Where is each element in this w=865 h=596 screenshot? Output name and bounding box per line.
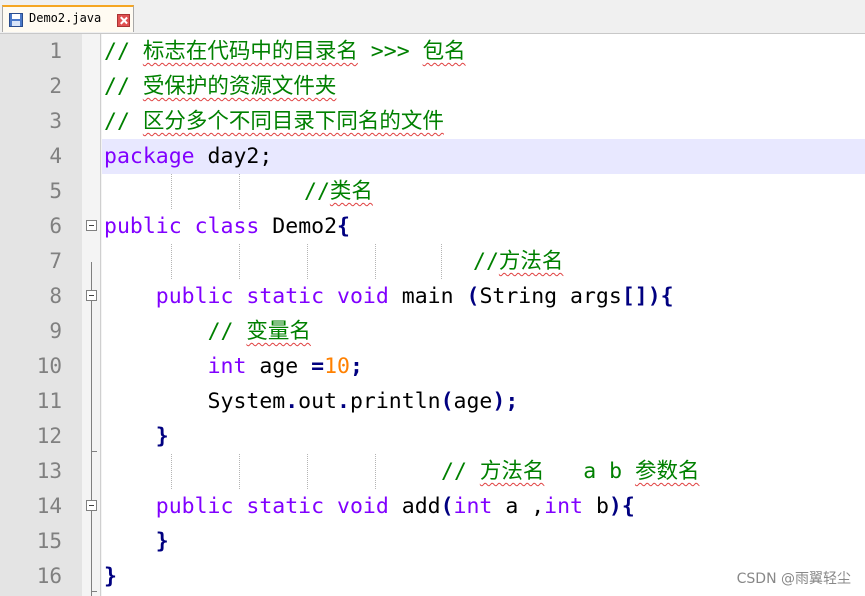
code-line[interactable]: 15 }	[0, 524, 865, 559]
indent-guide	[171, 244, 172, 279]
code-line[interactable]: 5 //类名	[0, 174, 865, 209]
comment-text: // 受保护的资源文件夹	[104, 74, 337, 99]
variable-declaration: int age =10;	[207, 354, 363, 379]
comment-text: // 标志在代码中的目录名 >>> 包名	[104, 39, 466, 64]
line-number: 4	[49, 144, 62, 168]
file-tab[interactable]: Demo2.java	[2, 5, 134, 32]
line-number: 16	[36, 564, 62, 588]
indent-guide	[171, 454, 172, 489]
fold-toggle-icon[interactable]	[86, 220, 97, 231]
comment-body: 标志在代码中的目录名	[142, 39, 358, 64]
indent-guide	[239, 244, 240, 279]
watermark: CSDN @雨翼轻尘	[736, 571, 851, 587]
method-declaration: public static void main (String args[]){	[155, 284, 674, 309]
code-line[interactable]: 14 public static void add(int a ,int b){	[0, 489, 865, 524]
indent-guide	[239, 454, 240, 489]
floppy-disk-icon	[9, 13, 23, 27]
line-number: 5	[49, 179, 62, 203]
line-number: 15	[36, 529, 62, 553]
comment-text: //方法名	[473, 249, 564, 274]
line-number: 9	[49, 319, 62, 343]
code-line[interactable]: 3 // 区分多个不同目录下同名的文件	[0, 104, 865, 139]
indent-guide	[375, 244, 376, 279]
indent-guide	[307, 454, 308, 489]
indent-guide	[239, 174, 240, 209]
line-number: 13	[36, 459, 62, 483]
close-icon[interactable]	[117, 14, 130, 27]
code-line[interactable]: 12 }	[0, 419, 865, 454]
line-number: 10	[36, 354, 62, 378]
code-line[interactable]: 6 public class Demo2{	[0, 209, 865, 244]
code-line[interactable]: 7 //方法名	[0, 244, 865, 279]
comment-body: 区分多个不同目录下同名的文件	[142, 109, 444, 134]
indent-guide	[375, 454, 376, 489]
indent-guide	[441, 244, 442, 279]
line-number: 14	[36, 494, 62, 518]
comment-text: // 区分多个不同目录下同名的文件	[104, 109, 444, 134]
fold-toggle-icon[interactable]	[86, 290, 97, 301]
tab-bar: Demo2.java	[0, 0, 865, 34]
closing-brace: }	[155, 529, 169, 554]
code-line[interactable]: 1 // 标志在代码中的目录名 >>> 包名	[0, 34, 865, 69]
comment-body: 参数名	[634, 459, 700, 484]
code-line[interactable]: 13 // 方法名 a b 参数名	[0, 454, 865, 489]
line-number: 2	[49, 74, 62, 98]
closing-brace: }	[104, 564, 117, 589]
indent-guide	[307, 244, 308, 279]
code-line-current[interactable]: 4 package day2;	[0, 139, 865, 174]
code-line[interactable]: 10 int age =10;	[0, 349, 865, 384]
comment-body: 方法名	[498, 249, 564, 274]
comment-text: // 变量名	[207, 319, 311, 344]
code-line[interactable]: 9 // 变量名	[0, 314, 865, 349]
print-statement: System.out.println(age);	[104, 389, 519, 414]
code-editor[interactable]: 1 // 标志在代码中的目录名 >>> 包名 2 // 受保护的资源文件夹 3 …	[0, 34, 865, 596]
line-number: 6	[49, 214, 62, 238]
line-number: 8	[49, 284, 62, 308]
line-number: 12	[36, 424, 62, 448]
line-number: 11	[36, 389, 62, 413]
method-declaration: public static void add(int a ,int b){	[155, 494, 635, 519]
comment-body: 受保护的资源文件夹	[142, 74, 337, 99]
tab-title: Demo2.java	[29, 11, 102, 25]
line-number: 1	[49, 39, 62, 63]
class-declaration: public class Demo2{	[104, 214, 350, 239]
package-statement: package day2;	[104, 144, 273, 169]
comment-body: 类名	[329, 179, 373, 204]
line-number: 3	[49, 109, 62, 133]
code-line[interactable]: 2 // 受保护的资源文件夹	[0, 69, 865, 104]
code-line[interactable]: 16 }	[0, 559, 865, 594]
line-number: 7	[49, 249, 62, 273]
code-line[interactable]: 8 public static void main (String args[]…	[0, 279, 865, 314]
closing-brace: }	[155, 424, 169, 449]
comment-text: //类名	[304, 179, 373, 204]
indent-guide	[171, 174, 172, 209]
comment-body: 包名	[422, 39, 466, 64]
code-line[interactable]: 11 System.out.println(age);	[0, 384, 865, 419]
comment-text: // 方法名 a b 参数名	[441, 459, 700, 484]
fold-toggle-icon[interactable]	[86, 500, 97, 511]
comment-body: 方法名	[479, 459, 545, 484]
comment-body: 变量名	[246, 319, 311, 344]
